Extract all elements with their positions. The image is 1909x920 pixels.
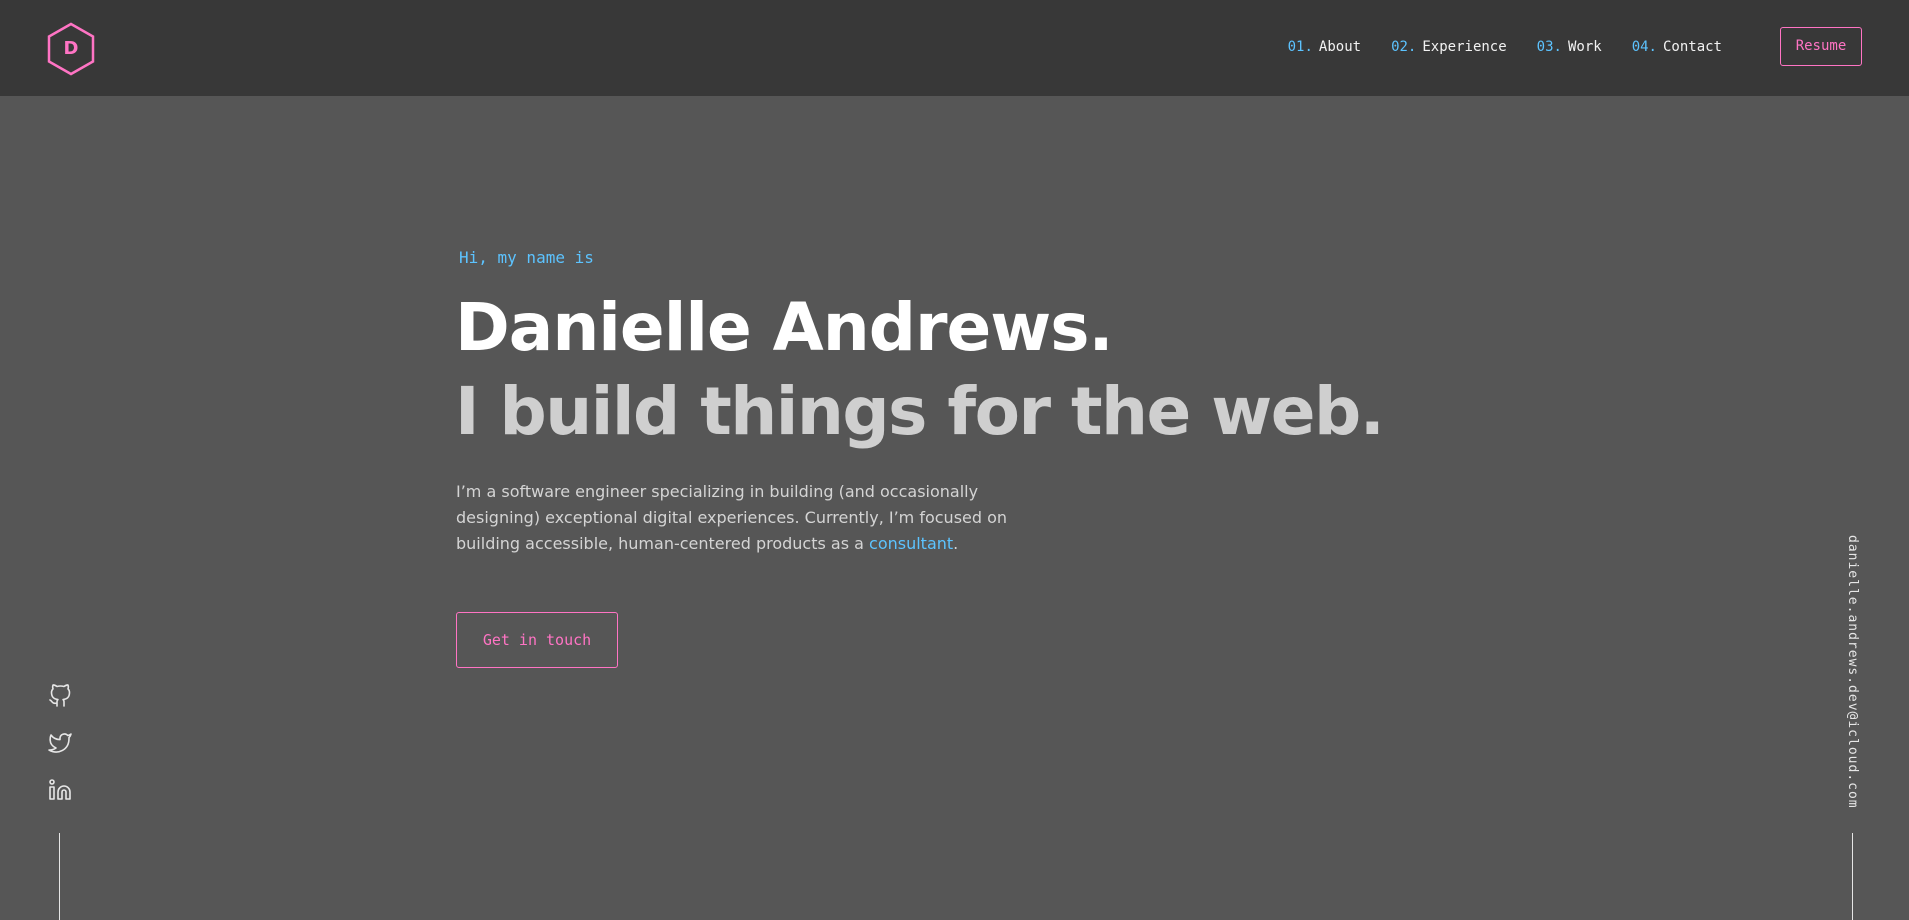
twitter-link[interactable] bbox=[48, 731, 72, 755]
hero-tagline: I build things for the web. bbox=[455, 373, 1385, 450]
nav-number: 01. bbox=[1287, 39, 1313, 55]
nav-label: Work bbox=[1567, 39, 1602, 55]
nav-item-about[interactable]: 01. About bbox=[1288, 39, 1361, 55]
bio-end: . bbox=[953, 534, 959, 553]
linkedin-icon bbox=[49, 779, 71, 800]
nav-label: About bbox=[1318, 39, 1362, 55]
hero-greeting: Hi, my name is bbox=[459, 248, 594, 267]
nav-item-experience[interactable]: 02. Experience bbox=[1391, 39, 1507, 55]
left-rail-line bbox=[59, 833, 60, 920]
get-in-touch-button[interactable]: Get in touch bbox=[456, 612, 618, 668]
nav-number: 03. bbox=[1536, 39, 1562, 55]
github-link[interactable] bbox=[48, 684, 72, 708]
site-header: D 01. About 02. Experience 03. Work 04. Cont… bbox=[0, 0, 1909, 96]
logo-letter: D bbox=[63, 38, 79, 59]
consultant-link[interactable]: consultant bbox=[869, 534, 953, 553]
main-nav: 01. About 02. Experience 03. Work 04. Contac… bbox=[1288, 0, 1752, 94]
nav-item-contact[interactable]: 04. Contact bbox=[1632, 39, 1722, 55]
right-rail-line bbox=[1852, 833, 1853, 920]
nav-label: Experience bbox=[1422, 39, 1507, 55]
twitter-icon bbox=[48, 733, 72, 753]
github-icon bbox=[49, 684, 71, 707]
email-rail: danielle.andrews.dev@icloud.com bbox=[1836, 535, 1866, 809]
nav-label: Contact bbox=[1662, 39, 1722, 55]
hero-bio: I’m a software engineer specializing in … bbox=[456, 479, 1016, 557]
linkedin-link[interactable] bbox=[48, 778, 72, 802]
hero-name: Danielle Andrews. bbox=[455, 289, 1114, 366]
nav-number: 04. bbox=[1631, 39, 1657, 55]
logo[interactable]: D bbox=[46, 22, 96, 76]
email-link[interactable]: danielle.andrews.dev@icloud.com bbox=[1845, 535, 1860, 809]
resume-button[interactable]: Resume bbox=[1780, 27, 1862, 66]
nav-item-work[interactable]: 03. Work bbox=[1537, 39, 1602, 55]
nav-number: 02. bbox=[1391, 39, 1417, 55]
